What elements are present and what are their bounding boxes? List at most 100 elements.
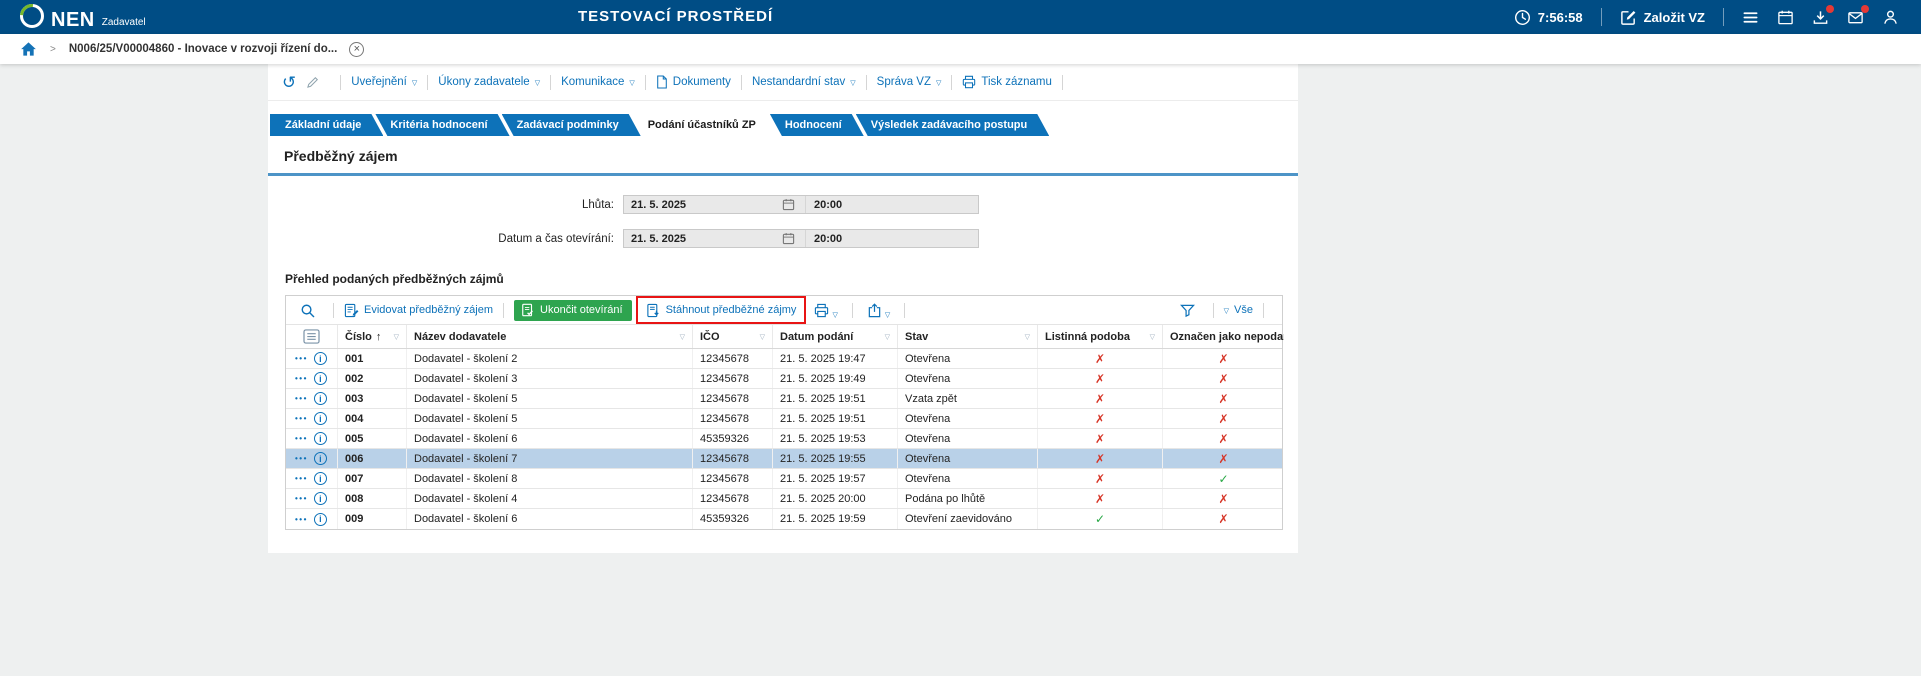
menu-button[interactable] (1742, 9, 1759, 26)
table-row[interactable]: ••• i 007 Dodavatel - školení 8 12345678… (286, 469, 1282, 489)
col-oznacen-jako-nepodany[interactable]: Označen jako nepodaný (1163, 325, 1284, 348)
stahnout-button[interactable]: Stáhnout předběžné zájmy (646, 303, 796, 318)
filter-icon[interactable]: ▽ (390, 333, 399, 341)
home-icon[interactable] (20, 41, 37, 57)
messages-button[interactable] (1847, 4, 1869, 26)
cell-oznacen-nepodany: ✗ (1218, 431, 1229, 446)
edit-icon[interactable] (306, 75, 320, 89)
row-info-icon[interactable]: i (313, 492, 327, 505)
col-ico[interactable]: IČO ▽ (693, 325, 773, 348)
top-bar: NEN Zadavatel TESTOVACÍ PROSTŘEDÍ 7:56:5… (0, 0, 1921, 34)
filter-icon[interactable]: ▽ (756, 333, 765, 341)
menu-sprava-vz[interactable]: Správa VZ ▽ (877, 76, 942, 88)
row-menu-icon[interactable]: ••• (295, 394, 308, 403)
close-record-icon[interactable]: × (349, 41, 365, 57)
tab-vysledek-zadavaciho-postupu[interactable]: Výsledek zadávacího postupu (856, 114, 1050, 136)
table-row[interactable]: ••• i 003 Dodavatel - školení 5 12345678… (286, 389, 1282, 409)
refresh-icon[interactable]: ↺ (282, 74, 296, 91)
table-row[interactable]: ••• i 004 Dodavatel - školení 5 12345678… (286, 409, 1282, 429)
row-info-icon[interactable]: i (313, 472, 327, 485)
table-row[interactable]: ••• i 001 Dodavatel - školení 2 12345678… (286, 349, 1282, 369)
calendar-picker-icon[interactable] (782, 232, 795, 245)
chevron-down-icon: ▽ (629, 80, 635, 87)
filter-funnel-icon[interactable] (1179, 303, 1195, 318)
filter-icon[interactable]: ▽ (1146, 333, 1155, 341)
menu-ukony-zadavatele[interactable]: Úkony zadavatele ▽ (438, 76, 540, 88)
table-row[interactable]: ••• i 002 Dodavatel - školení 3 12345678… (286, 369, 1282, 389)
cell-stav: Otevřena (898, 409, 1038, 428)
row-info-icon[interactable]: i (313, 432, 327, 445)
row-menu-icon[interactable]: ••• (295, 374, 308, 383)
evidovat-button[interactable]: Evidovat předběžný zájem (344, 303, 493, 318)
lhuta-datetime-field[interactable]: 21. 5. 2025 20:00 (623, 195, 979, 214)
profile-button[interactable] (1882, 9, 1899, 26)
divider (951, 74, 953, 90)
lhuta-date-value[interactable]: 21. 5. 2025 (624, 199, 782, 211)
ukoncit-oteviraci-button[interactable]: Ukončit otevírání (514, 299, 632, 321)
row-info-icon[interactable]: i (313, 372, 327, 385)
calendar-picker-icon[interactable] (782, 198, 795, 211)
clock: 7:56:58 (1514, 9, 1583, 26)
filter-preset-dropdown[interactable]: ▽ Vše (1224, 304, 1253, 316)
tab-zadavaci-podminky[interactable]: Zadávací podmínky (502, 114, 641, 136)
menu-nestandardni-stav[interactable]: Nestandardní stav ▽ (752, 76, 856, 88)
cell-cislo: 006 (338, 449, 407, 468)
row-menu-icon[interactable]: ••• (295, 454, 308, 463)
filter-icon[interactable]: ▽ (881, 333, 890, 341)
row-menu-icon[interactable]: ••• (295, 515, 308, 524)
table-row[interactable]: ••• i 006 Dodavatel - školení 7 12345678… (286, 449, 1282, 469)
divider (427, 74, 429, 90)
menu-uverejneni[interactable]: Uveřejnění ▽ (351, 76, 417, 88)
col-label: Listinná podoba (1045, 330, 1130, 343)
tab-hodnoceni[interactable]: Hodnocení (770, 114, 864, 136)
clipboard-check-icon (522, 303, 533, 316)
cell-datum-podani: 21. 5. 2025 19:51 (773, 409, 898, 428)
column-settings-button[interactable] (286, 325, 338, 348)
col-nazev-dodavatele[interactable]: Název dodavatele ▽ (407, 325, 693, 348)
breadcrumb-current[interactable]: N006/25/V00004860 - Inovace v rozvoji ří… (69, 43, 337, 55)
row-menu-icon[interactable]: ••• (295, 474, 308, 483)
col-stav[interactable]: Stav ▽ (898, 325, 1038, 348)
row-menu-icon[interactable]: ••• (295, 354, 308, 363)
search-icon[interactable] (300, 303, 315, 318)
downloads-button[interactable] (1812, 4, 1834, 26)
row-info-icon[interactable]: i (313, 412, 327, 425)
filter-icon[interactable]: ▽ (676, 333, 685, 341)
menu-komunikace[interactable]: Komunikace ▽ (561, 76, 635, 88)
lhuta-time-value[interactable]: 20:00 (805, 196, 978, 213)
menu-tisk-zaznamu[interactable]: Tisk záznamu (962, 75, 1052, 89)
table-row[interactable]: ••• i 008 Dodavatel - školení 4 12345678… (286, 489, 1282, 509)
menu-dokumenty[interactable]: Dokumenty (656, 75, 731, 89)
nen-brand[interactable]: NEN Zadavatel (20, 4, 146, 30)
filter-icon[interactable]: ▽ (1021, 333, 1030, 341)
calendar-button[interactable] (1777, 9, 1794, 26)
table-row[interactable]: ••• i 009 Dodavatel - školení 6 45359326… (286, 509, 1282, 529)
col-datum-podani[interactable]: Datum podání ▽ (773, 325, 898, 348)
row-menu-icon[interactable]: ••• (295, 494, 308, 503)
tab-zakladni-udaje[interactable]: Základní údaje (270, 114, 383, 136)
col-label: Datum podání (780, 330, 854, 343)
row-info-icon[interactable]: i (313, 352, 327, 365)
otevirani-date-value[interactable]: 21. 5. 2025 (624, 233, 782, 245)
col-listinna-podoba[interactable]: Listinná podoba ▽ (1038, 325, 1163, 348)
export-button[interactable]: ▽ (867, 302, 890, 319)
otevirani-datetime-field[interactable]: 21. 5. 2025 20:00 (623, 229, 979, 248)
cell-cislo: 003 (338, 389, 407, 408)
row-actions-cell: ••• i (286, 509, 338, 529)
row-info-icon[interactable]: i (313, 512, 327, 526)
row-menu-icon[interactable]: ••• (295, 414, 308, 423)
table-settings-icon (303, 329, 320, 344)
row-menu-icon[interactable]: ••• (295, 434, 308, 443)
row-actions-cell: ••• i (286, 449, 338, 468)
tab-kriteria-hodnoceni[interactable]: Kritéria hodnocení (375, 114, 509, 136)
col-cislo[interactable]: Číslo ↑ ▽ (338, 325, 407, 348)
print-table-button[interactable]: ▽ (814, 303, 838, 319)
cell-datum-podani: 21. 5. 2025 19:53 (773, 429, 898, 448)
create-vz-label: Založit VZ (1643, 9, 1705, 25)
row-info-icon[interactable]: i (313, 452, 327, 465)
tab-podani-ucastniku-zp[interactable]: Podání účastníků ZP (633, 114, 778, 136)
create-vz-button[interactable]: Založit VZ (1620, 9, 1705, 26)
otevirani-time-value[interactable]: 20:00 (805, 230, 978, 247)
table-row[interactable]: ••• i 005 Dodavatel - školení 6 45359326… (286, 429, 1282, 449)
row-info-icon[interactable]: i (313, 392, 327, 405)
